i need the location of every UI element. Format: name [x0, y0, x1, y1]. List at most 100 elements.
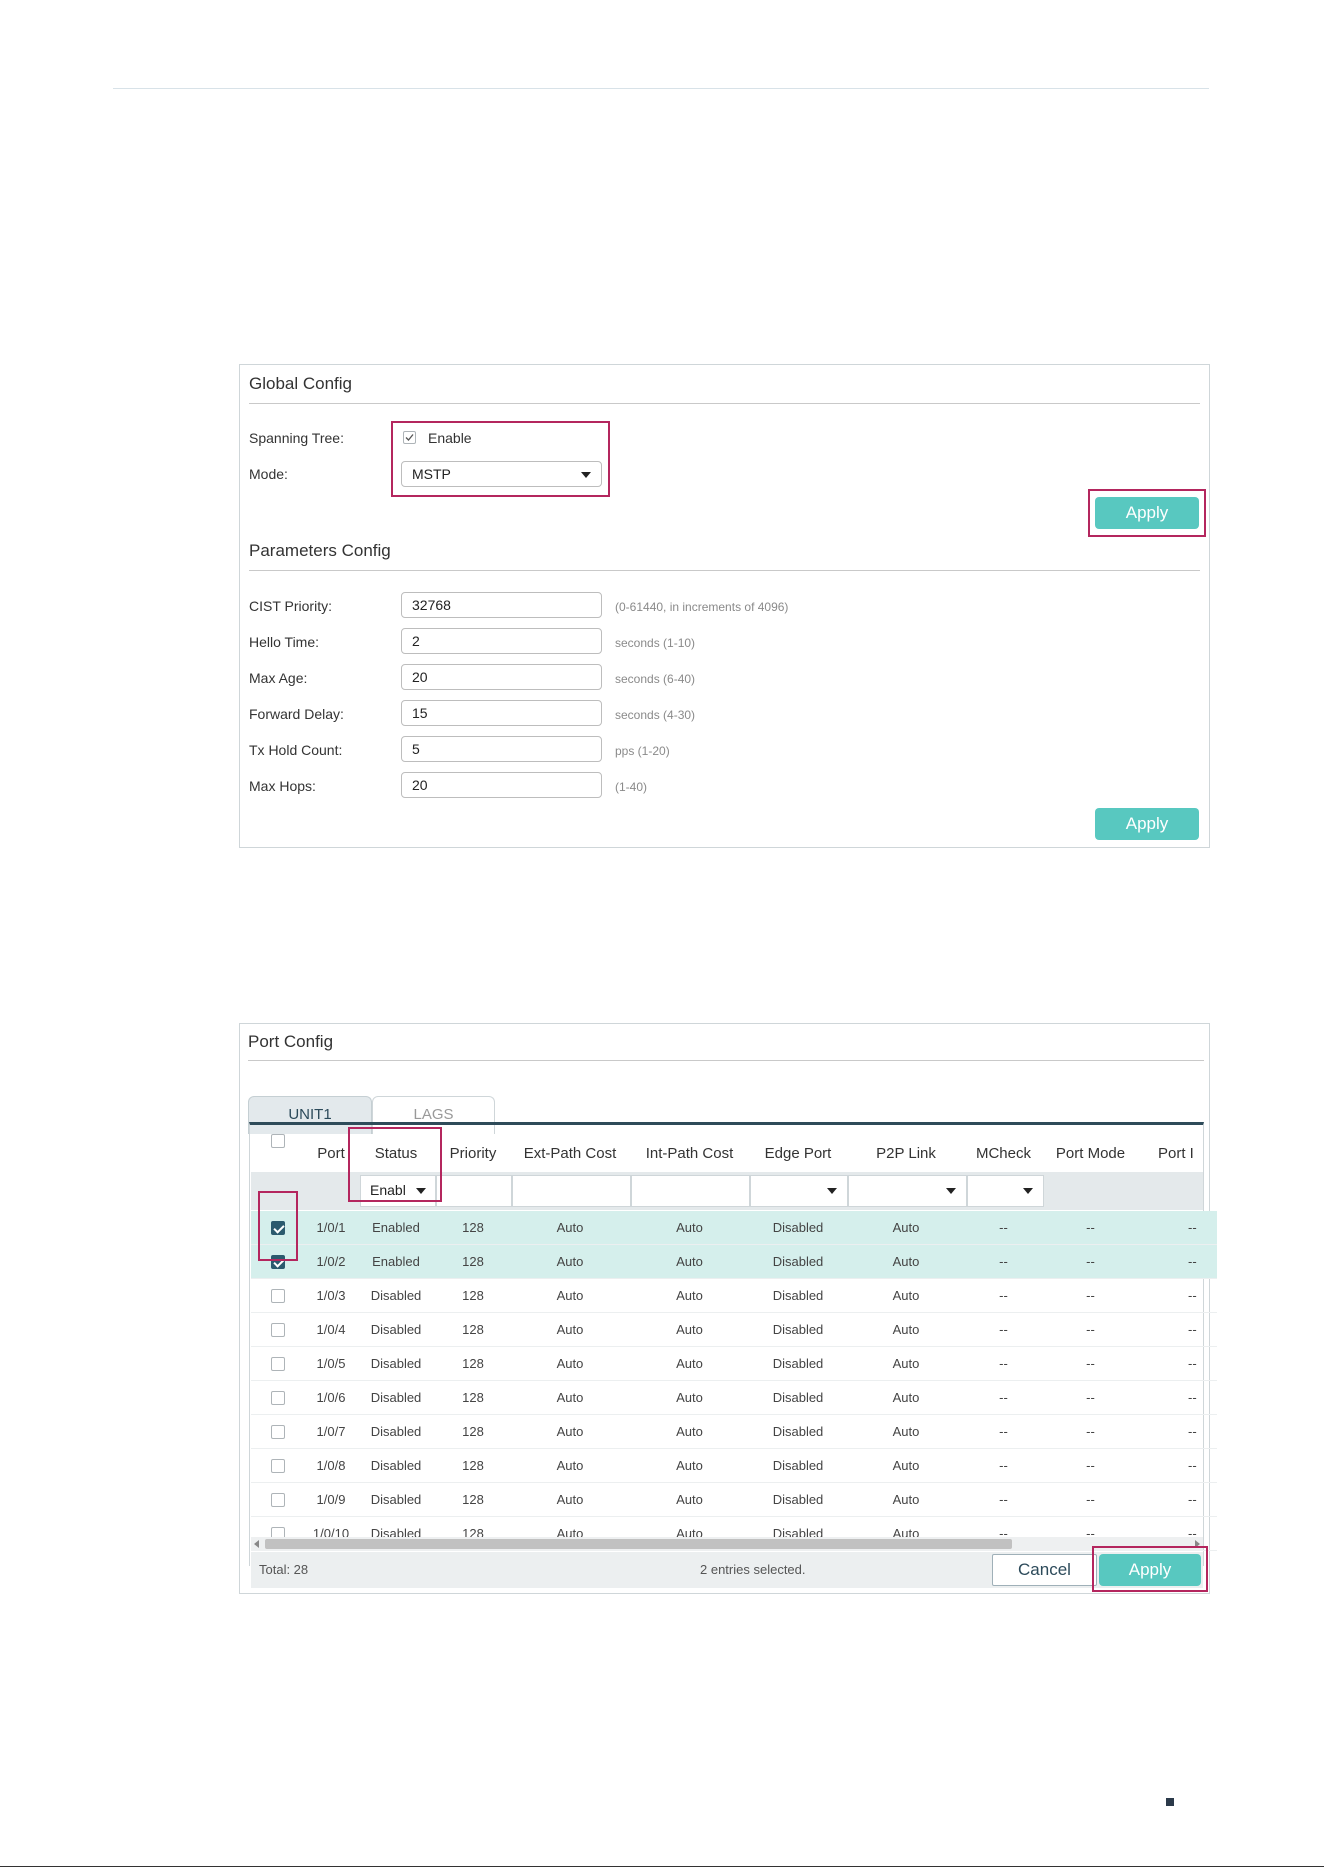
row-checkbox[interactable] — [271, 1289, 285, 1303]
max-age-input[interactable]: 20 — [401, 664, 602, 690]
ext-path-cost-filter-input[interactable] — [512, 1175, 631, 1207]
param-hint: (0-61440, in increments of 4096) — [615, 600, 789, 614]
param-label: Max Age: — [249, 670, 308, 686]
cell-mcheck: -- — [999, 1220, 1008, 1235]
table-row[interactable]: 1/0/4 Disabled 128 Auto Auto Disabled Auto -- --… — [251, 1313, 1217, 1347]
forward-delay-input[interactable]: 15 — [401, 700, 602, 726]
table-row[interactable]: 1/0/6 Disabled 128 Auto Auto Disabled Auto -- --… — [251, 1381, 1217, 1415]
table-row[interactable]: 1/0/8 Disabled 128 Auto Auto Disabled Auto -- --… — [251, 1449, 1217, 1483]
row-checkbox[interactable] — [271, 1425, 285, 1439]
row-checkbox[interactable] — [271, 1391, 285, 1405]
cell-mcheck: -- — [999, 1424, 1008, 1439]
cell-p2p-link: Auto — [892, 1458, 920, 1473]
row-checkbox[interactable] — [271, 1459, 285, 1473]
cell-port-mode: -- — [1086, 1492, 1095, 1507]
cell-port-role: -- — [1188, 1356, 1197, 1371]
cell-edge-port: Disabled — [772, 1220, 824, 1235]
row-checkbox[interactable] — [271, 1493, 285, 1507]
cell-port: 1/0/4 — [316, 1322, 346, 1337]
horizontal-scrollbar[interactable] — [251, 1537, 1203, 1551]
param-hint: pps (1-20) — [615, 744, 670, 758]
cell-priority: 128 — [462, 1254, 484, 1269]
cist-priority-input[interactable]: 32768 — [401, 592, 602, 618]
priority-filter-input[interactable] — [436, 1175, 512, 1207]
cell-priority: 128 — [462, 1390, 484, 1405]
cell-port: 1/0/6 — [316, 1390, 346, 1405]
header-p2p-link: P2P Link — [876, 1145, 936, 1162]
table-row[interactable]: 1/0/2 Enabled 128 Auto Auto Disabled Auto -- -- -… — [251, 1245, 1217, 1279]
cancel-button[interactable]: Cancel — [992, 1554, 1097, 1586]
scrollbar-thumb[interactable] — [265, 1539, 1012, 1549]
cell-edge-port: Disabled — [772, 1288, 824, 1303]
cell-port-role: -- — [1188, 1288, 1197, 1303]
scroll-left-arrow-icon[interactable] — [254, 1540, 259, 1548]
param-label: Tx Hold Count: — [249, 742, 343, 758]
cell-ext-path-cost: Auto — [556, 1356, 584, 1371]
port-apply-highlight — [1092, 1546, 1208, 1592]
page-marker — [1166, 1798, 1174, 1806]
table-row[interactable]: 1/0/5 Disabled 128 Auto Auto Disabled Auto -- --… — [251, 1347, 1217, 1381]
cell-int-path-cost: Auto — [676, 1254, 703, 1269]
cell-status: Enabled — [372, 1220, 420, 1235]
port-config-divider — [248, 1060, 1204, 1061]
table-row[interactable]: 1/0/9 Disabled 128 Auto Auto Disabled Auto -- --… — [251, 1483, 1217, 1517]
cell-port: 1/0/5 — [316, 1356, 346, 1371]
cell-ext-path-cost: Auto — [556, 1390, 584, 1405]
cell-p2p-link: Auto — [892, 1322, 920, 1337]
cell-mcheck: -- — [999, 1458, 1008, 1473]
cell-p2p-link: Auto — [892, 1492, 920, 1507]
cell-status: Enabled — [372, 1254, 420, 1269]
cell-int-path-cost: Auto — [676, 1390, 703, 1405]
cell-port: 1/0/8 — [316, 1458, 346, 1473]
table-row[interactable]: 1/0/7 Disabled 128 Auto Auto Disabled Auto -- --… — [251, 1415, 1217, 1449]
cell-mcheck: -- — [999, 1356, 1008, 1371]
cell-mcheck: -- — [999, 1492, 1008, 1507]
cell-int-path-cost: Auto — [676, 1322, 703, 1337]
max-hops-input[interactable]: 20 — [401, 772, 602, 798]
header-mcheck: MCheck — [975, 1145, 1031, 1162]
cell-port: 1/0/3 — [316, 1288, 346, 1303]
int-path-cost-filter-input[interactable] — [631, 1175, 750, 1207]
header-port-role: Port I — [1158, 1145, 1194, 1162]
cell-priority: 128 — [462, 1492, 484, 1507]
table-row[interactable]: 1/0/3 Disabled 128 Auto Auto Disabled Auto -- --… — [251, 1279, 1217, 1313]
edge-port-filter-select[interactable] — [750, 1175, 848, 1207]
cell-edge-port: Disabled — [772, 1458, 824, 1473]
header-edge-port: Edge Port — [764, 1145, 832, 1162]
cell-ext-path-cost: Auto — [556, 1254, 584, 1269]
cell-port: 1/0/1 — [316, 1220, 346, 1235]
p2p-link-filter-select[interactable] — [848, 1175, 967, 1207]
global-config-divider — [249, 403, 1200, 404]
parameters-config-divider — [249, 570, 1200, 571]
spanning-tree-label: Spanning Tree: — [249, 430, 344, 446]
mcheck-filter-select[interactable] — [967, 1175, 1044, 1207]
cell-status: Disabled — [370, 1424, 422, 1439]
cell-port-role: -- — [1188, 1254, 1197, 1269]
tx-hold-count-input[interactable]: 5 — [401, 736, 602, 762]
cell-port-mode: -- — [1086, 1288, 1095, 1303]
page-bottom-rule — [0, 1866, 1324, 1867]
row-checkbox[interactable] — [271, 1357, 285, 1371]
cell-port-mode: -- — [1086, 1220, 1095, 1235]
table-row[interactable]: 1/0/1 Enabled 128 Auto Auto Disabled Auto -- -- -… — [251, 1211, 1217, 1245]
selected-count: 2 entries selected. — [700, 1562, 806, 1577]
cell-int-path-cost: Auto — [676, 1492, 703, 1507]
hello-time-input[interactable]: 2 — [401, 628, 602, 654]
param-hint: seconds (6-40) — [615, 672, 696, 686]
param-label: CIST Priority: — [249, 598, 332, 614]
cell-port-mode: -- — [1086, 1458, 1095, 1473]
cell-edge-port: Disabled — [772, 1390, 824, 1405]
global-settings-highlight — [391, 421, 610, 497]
status-column-highlight — [348, 1127, 442, 1202]
select-all-checkbox[interactable] — [271, 1134, 285, 1148]
cell-port: 1/0/2 — [316, 1254, 346, 1269]
cell-status: Disabled — [370, 1322, 422, 1337]
row-checkbox[interactable] — [271, 1323, 285, 1337]
parameters-config-title: Parameters Config — [249, 541, 391, 560]
cell-p2p-link: Auto — [892, 1220, 920, 1235]
header-ext-path-cost: Ext-Path Cost — [523, 1145, 617, 1162]
parameters-apply-button[interactable]: Apply — [1095, 808, 1199, 840]
param-label: Max Hops: — [249, 778, 316, 794]
page-top-rule — [113, 88, 1209, 89]
cell-priority: 128 — [462, 1288, 484, 1303]
